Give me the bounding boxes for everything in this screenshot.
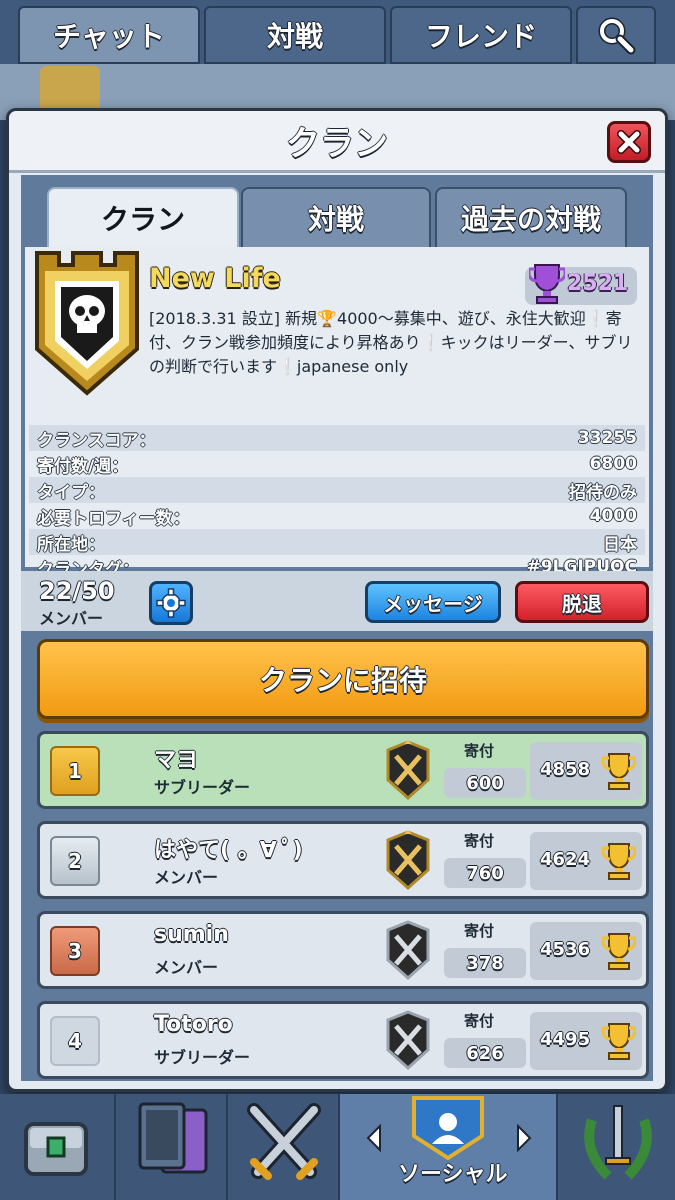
members-label: メンバー: [39, 609, 104, 628]
nav-social-label: ソーシャル: [398, 1162, 508, 1187]
modal-title: クラン: [286, 124, 388, 164]
member-trophy-box: 4624: [530, 832, 642, 890]
member-trophy-box: 4858: [530, 742, 642, 800]
member-trophies: 4536: [540, 939, 591, 960]
clan-name: New Life: [149, 263, 281, 294]
chevron-right-icon: [517, 1124, 532, 1152]
member-donations: 760: [444, 858, 526, 888]
nav-shop[interactable]: [0, 1094, 116, 1200]
tab-battle[interactable]: 対戦: [204, 6, 386, 64]
member-name: sumin: [154, 922, 229, 947]
clan-badge-icon: [35, 251, 139, 396]
bottom-nav: ソーシャル: [0, 1094, 675, 1200]
purple-trophy-icon: [529, 264, 565, 304]
members-count: 22/50: [39, 577, 115, 605]
rank-badge: 1: [50, 746, 100, 796]
member-trophies: 4495: [540, 1029, 591, 1050]
search-button[interactable]: [576, 6, 656, 64]
donate-label: 寄付: [464, 922, 495, 940]
close-button[interactable]: [607, 121, 651, 163]
trophy-icon: [602, 933, 636, 970]
subtab-battle[interactable]: 対戦: [241, 187, 431, 247]
member-row[interactable]: 1 マヨ サブリーダー 寄付 600 4858: [37, 731, 649, 809]
silver-swords-icon: [386, 920, 430, 980]
member-donations: 600: [444, 768, 526, 798]
gear-icon: [156, 588, 186, 618]
trophy-icon: [602, 753, 636, 790]
nav-tournaments[interactable]: [558, 1094, 675, 1200]
member-role: サブリーダー: [154, 1048, 251, 1067]
modal-header: クラン: [9, 111, 665, 173]
tab-chat[interactable]: チャット: [18, 6, 200, 64]
social-shield-icon: [412, 1096, 484, 1160]
member-row[interactable]: 3 sumin メンバー 寄付 378 4536: [37, 911, 649, 989]
member-role: メンバー: [154, 958, 219, 977]
clan-trophy-pill: 2521: [525, 264, 637, 305]
rank-badge: 2: [50, 836, 100, 886]
member-trophy-box: 4536: [530, 922, 642, 980]
leave-clan-button[interactable]: 脱退: [515, 581, 649, 623]
donate-label: 寄付: [464, 742, 495, 760]
donate-label: 寄付: [464, 832, 495, 850]
nav-cards[interactable]: [116, 1094, 228, 1200]
rank-badge: 3: [50, 926, 100, 976]
member-trophies: 4858: [540, 759, 591, 780]
member-name: Totoro: [154, 1012, 233, 1037]
member-name: マヨ: [154, 748, 199, 773]
stat-row-type: タイプ： 招待のみ: [29, 477, 645, 503]
tab-friends[interactable]: フレンド: [390, 6, 572, 64]
crossed-swords-icon: [247, 1103, 321, 1180]
gold-swords-icon: [386, 830, 430, 890]
modal-body: クラン 対戦 過去の対戦 New Life 2521 [2018.3.31 設立…: [21, 175, 653, 1081]
members-bar: 22/50 メンバー メッセージ 脱退: [21, 571, 653, 631]
cards-icon: [138, 1102, 208, 1174]
member-name: はやて( 。∀ ﾟ): [154, 838, 303, 863]
stat-row-required-trophies: 必要トロフィー数： 4000: [37, 506, 637, 529]
message-button[interactable]: メッセージ: [365, 581, 501, 623]
member-role: サブリーダー: [154, 778, 251, 797]
clan-modal: クラン クラン 対戦 過去の対戦 New Life 2521 [2018.3.3…: [6, 108, 668, 1092]
clan-settings-button[interactable]: [149, 581, 193, 625]
member-row[interactable]: 4 Totoro サブリーダー 寄付 626 4495: [37, 1001, 649, 1079]
stat-row-donations-week: 寄付数/週： 6800: [37, 454, 637, 477]
member-row[interactable]: 2 はやて( 。∀ ﾟ) メンバー 寄付 760 4624: [37, 821, 649, 899]
silver-swords-icon: [386, 1010, 430, 1070]
stat-row-location: 所在地： 日本: [29, 529, 645, 555]
search-icon: [598, 17, 636, 55]
clan-trophies: 2521: [567, 271, 629, 296]
top-tab-bar: チャット 対戦 フレンド: [0, 0, 675, 65]
chevron-left-icon: [366, 1124, 381, 1152]
subtab-clan[interactable]: クラン: [47, 187, 239, 247]
rank-badge: 4: [50, 1016, 100, 1066]
close-icon: [617, 130, 641, 154]
member-donations: 626: [444, 1038, 526, 1068]
member-donations: 378: [444, 948, 526, 978]
member-trophy-box: 4495: [530, 1012, 642, 1070]
member-role: メンバー: [154, 868, 219, 887]
clan-description: [2018.3.31 設立] 新規🏆4000〜募集中、遊び、永住大歓迎❕寄付、ク…: [149, 309, 633, 376]
clan-info-panel: New Life 2521 [2018.3.31 設立] 新規🏆4000〜募集中…: [25, 247, 649, 580]
nav-battle[interactable]: [228, 1094, 340, 1200]
treasure-chest-icon: [24, 1122, 88, 1176]
laurel-sword-icon: [584, 1105, 652, 1180]
stat-row-clan-score: クランスコア： 33255: [29, 425, 645, 451]
gold-swords-icon: [386, 740, 430, 800]
invite-to-clan-button[interactable]: クランに招待: [37, 639, 649, 719]
trophy-icon: [602, 1023, 636, 1060]
donate-label: 寄付: [464, 1012, 495, 1030]
trophy-icon: [602, 843, 636, 880]
member-trophies: 4624: [540, 849, 591, 870]
subtab-past-battles[interactable]: 過去の対戦: [435, 187, 627, 247]
